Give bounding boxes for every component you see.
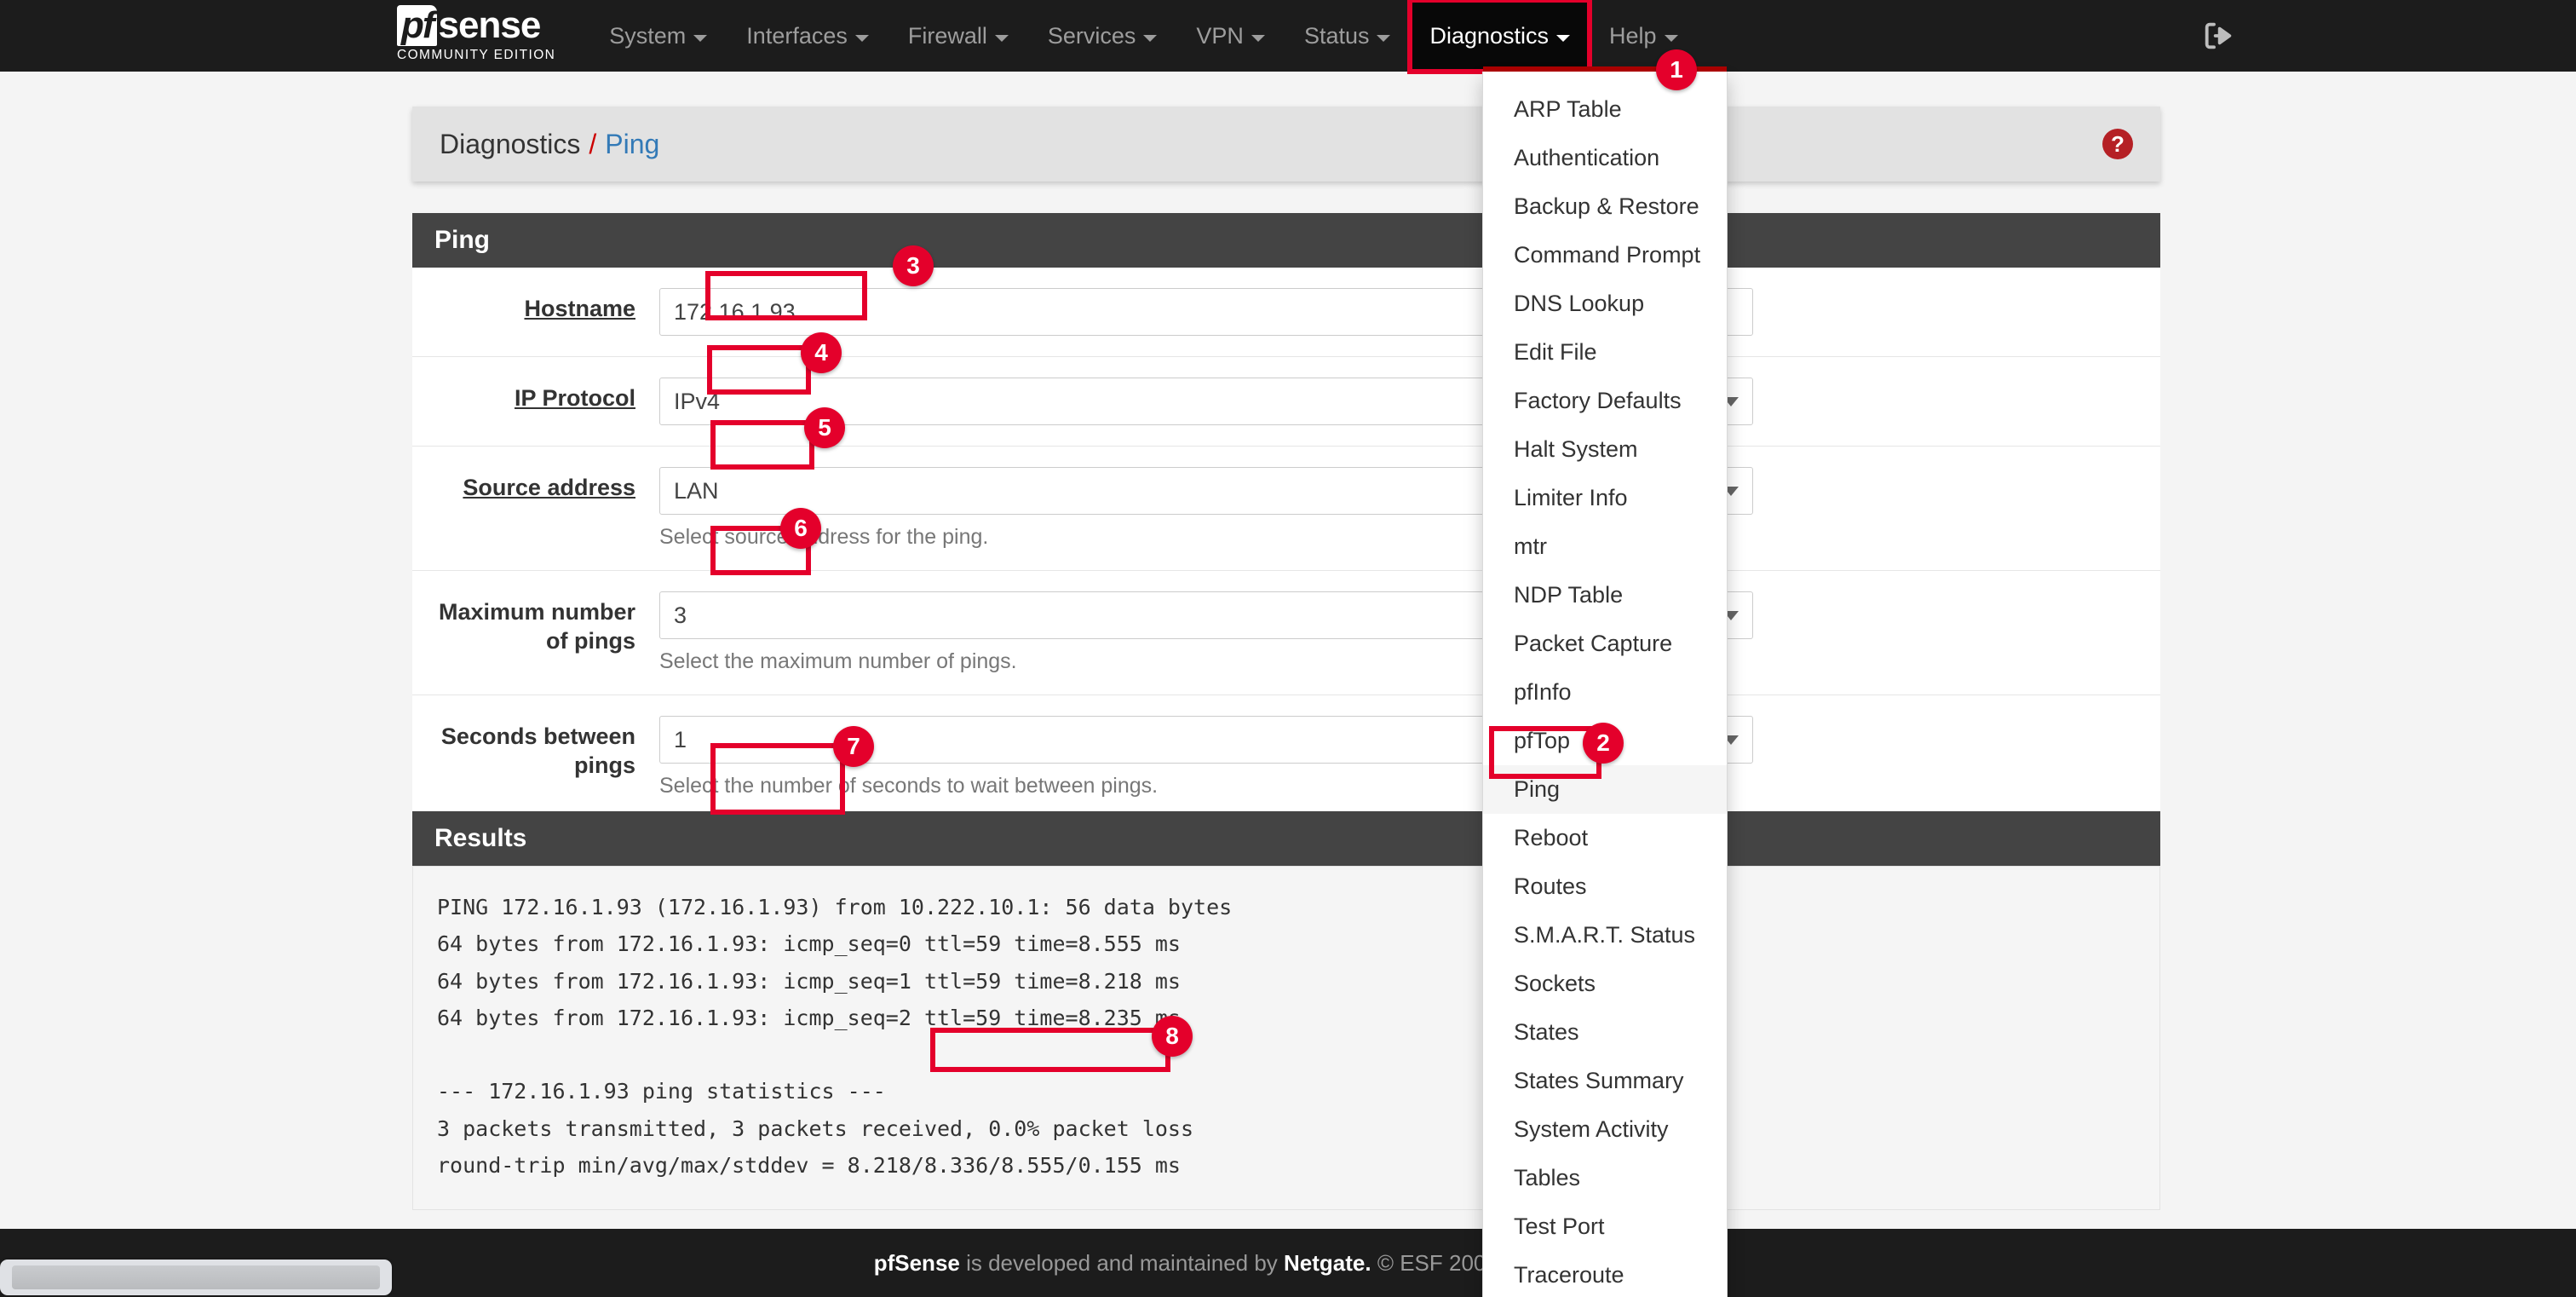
menu-item-arp-table[interactable]: ARP Table [1483, 85, 1727, 134]
menu-item-edit-file[interactable]: Edit File [1483, 328, 1727, 377]
chevron-down-icon [994, 35, 1009, 42]
top-navbar: pf sense COMMUNITY EDITION System Interfa… [0, 0, 2576, 74]
menu-item-states[interactable]: States [1483, 1008, 1727, 1057]
form-row-max-pings: Maximum number of pings 3 Select the max… [412, 571, 2160, 695]
annotation-badge-6: 6 [780, 508, 821, 549]
annotation-badge-1: 1 [1656, 49, 1697, 90]
ip-protocol-label: IP Protocol [514, 385, 635, 411]
nav-item-system[interactable]: System [589, 0, 727, 72]
menu-item-states-summary[interactable]: States Summary [1483, 1057, 1727, 1105]
menu-item-tables[interactable]: Tables [1483, 1154, 1727, 1202]
source-address-label: Source address [463, 475, 635, 500]
help-icon[interactable]: ? [2102, 129, 2133, 159]
nav-item-label: Services [1047, 22, 1136, 49]
ping-form: Hostname 172.16.1.93 IP Protocol IPv4 So… [412, 268, 2160, 819]
footer-brand: pfSense [873, 1249, 960, 1276]
annotation-badge-4: 4 [801, 332, 842, 373]
nav-item-label: Firewall [907, 22, 987, 49]
chevron-down-icon [693, 35, 708, 42]
logout-icon[interactable] [2201, 19, 2235, 53]
form-row-ip-protocol: IP Protocol IPv4 [412, 357, 2160, 447]
logo-sense-text: sense [438, 4, 542, 46]
menu-item-packet-capture[interactable]: Packet Capture [1483, 620, 1727, 668]
ip-protocol-value: IPv4 [674, 388, 721, 414]
diagnostics-dropdown-menu: ARP Table Authentication Backup & Restor… [1482, 66, 1728, 1297]
breadcrumb-current[interactable]: Ping [605, 129, 659, 160]
ping-results-output: PING 172.16.1.93 (172.16.1.93) from 10.2… [412, 866, 2160, 1210]
max-pings-value: 3 [674, 602, 687, 628]
chevron-down-icon [1251, 35, 1265, 42]
results-panel: Results PING 172.16.1.93 (172.16.1.93) f… [412, 811, 2160, 1210]
pfsense-logo[interactable]: pf sense COMMUNITY EDITION [397, 5, 555, 63]
footer-maintainer: Netgate. [1284, 1249, 1371, 1276]
breadcrumb-parent[interactable]: Diagnostics [440, 129, 580, 160]
menu-item-traceroute[interactable]: Traceroute [1483, 1251, 1727, 1297]
annotation-badge-3: 3 [893, 245, 934, 286]
menu-item-ndp-table[interactable]: NDP Table [1483, 571, 1727, 620]
menu-item-routes[interactable]: Routes [1483, 862, 1727, 911]
nav-item-label: Status [1303, 22, 1370, 49]
ping-panel-title: Ping [412, 213, 2160, 268]
nav-item-label: Help [1609, 22, 1657, 49]
menu-item-dns-lookup[interactable]: DNS Lookup [1483, 280, 1727, 328]
annotation-badge-2: 2 [1583, 723, 1624, 764]
logo-pf-text: pf [397, 5, 437, 46]
chevron-down-icon [1664, 35, 1678, 42]
nav-item-services[interactable]: Services [1028, 0, 1177, 72]
menu-item-smart-status[interactable]: S.M.A.R.T. Status [1483, 911, 1727, 960]
breadcrumb: Diagnostics / Ping ? [412, 107, 2160, 182]
form-row-seconds-between: Seconds between pings 1 Select the numbe… [412, 695, 2160, 819]
nav-item-label: Diagnostics [1429, 22, 1550, 49]
seconds-between-label: Seconds between pings [440, 723, 635, 778]
menu-item-reboot[interactable]: Reboot [1483, 814, 1727, 862]
diagnostics-nav-item[interactable]: Diagnostics [1407, 0, 1593, 74]
nav-item-interfaces[interactable]: Interfaces [727, 0, 888, 72]
chevron-down-icon [1377, 35, 1391, 42]
chevron-down-icon [1556, 35, 1571, 42]
menu-item-halt-system[interactable]: Halt System [1483, 425, 1727, 474]
horizontal-scrollbar[interactable] [0, 1260, 392, 1295]
chevron-down-icon [1143, 35, 1158, 42]
nav-item-label: Interfaces [746, 22, 848, 49]
menu-item-command-prompt[interactable]: Command Prompt [1483, 231, 1727, 280]
menu-item-backup-restore[interactable]: Backup & Restore [1483, 182, 1727, 231]
nav-item-firewall[interactable]: Firewall [888, 0, 1028, 72]
form-row-hostname: Hostname 172.16.1.93 [412, 268, 2160, 357]
menu-item-limiter-info[interactable]: Limiter Info [1483, 474, 1727, 522]
footer-text-mid: is developed and maintained by [959, 1249, 1285, 1276]
menu-item-system-activity[interactable]: System Activity [1483, 1105, 1727, 1154]
nav-item-vpn[interactable]: VPN [1176, 0, 1285, 72]
nav-item-status[interactable]: Status [1285, 0, 1411, 72]
menu-item-ping[interactable]: Ping [1483, 765, 1727, 814]
scrollbar-thumb[interactable] [12, 1265, 380, 1289]
chevron-down-icon [854, 35, 869, 42]
menu-item-factory-defaults[interactable]: Factory Defaults [1483, 377, 1727, 425]
annotation-badge-5: 5 [804, 407, 845, 448]
nav-item-label: VPN [1196, 22, 1244, 49]
menu-item-pfinfo[interactable]: pfInfo [1483, 668, 1727, 717]
nav-item-label: System [609, 22, 687, 49]
form-row-source-address: Source address LAN Select source address… [412, 447, 2160, 571]
menu-item-sockets[interactable]: Sockets [1483, 960, 1727, 1008]
annotation-badge-7: 7 [833, 726, 874, 767]
max-pings-label: Maximum number of pings [438, 599, 635, 654]
hostname-label: Hostname [524, 296, 635, 321]
results-panel-title: Results [412, 811, 2160, 866]
menu-item-mtr[interactable]: mtr [1483, 522, 1727, 571]
logo-tagline: COMMUNITY EDITION [397, 48, 556, 62]
seconds-between-value: 1 [674, 726, 687, 752]
source-address-value: LAN [674, 477, 719, 504]
annotation-badge-8: 8 [1152, 1016, 1193, 1057]
menu-item-test-port[interactable]: Test Port [1483, 1202, 1727, 1251]
breadcrumb-separator: / [589, 128, 597, 159]
menu-item-authentication[interactable]: Authentication [1483, 134, 1727, 182]
